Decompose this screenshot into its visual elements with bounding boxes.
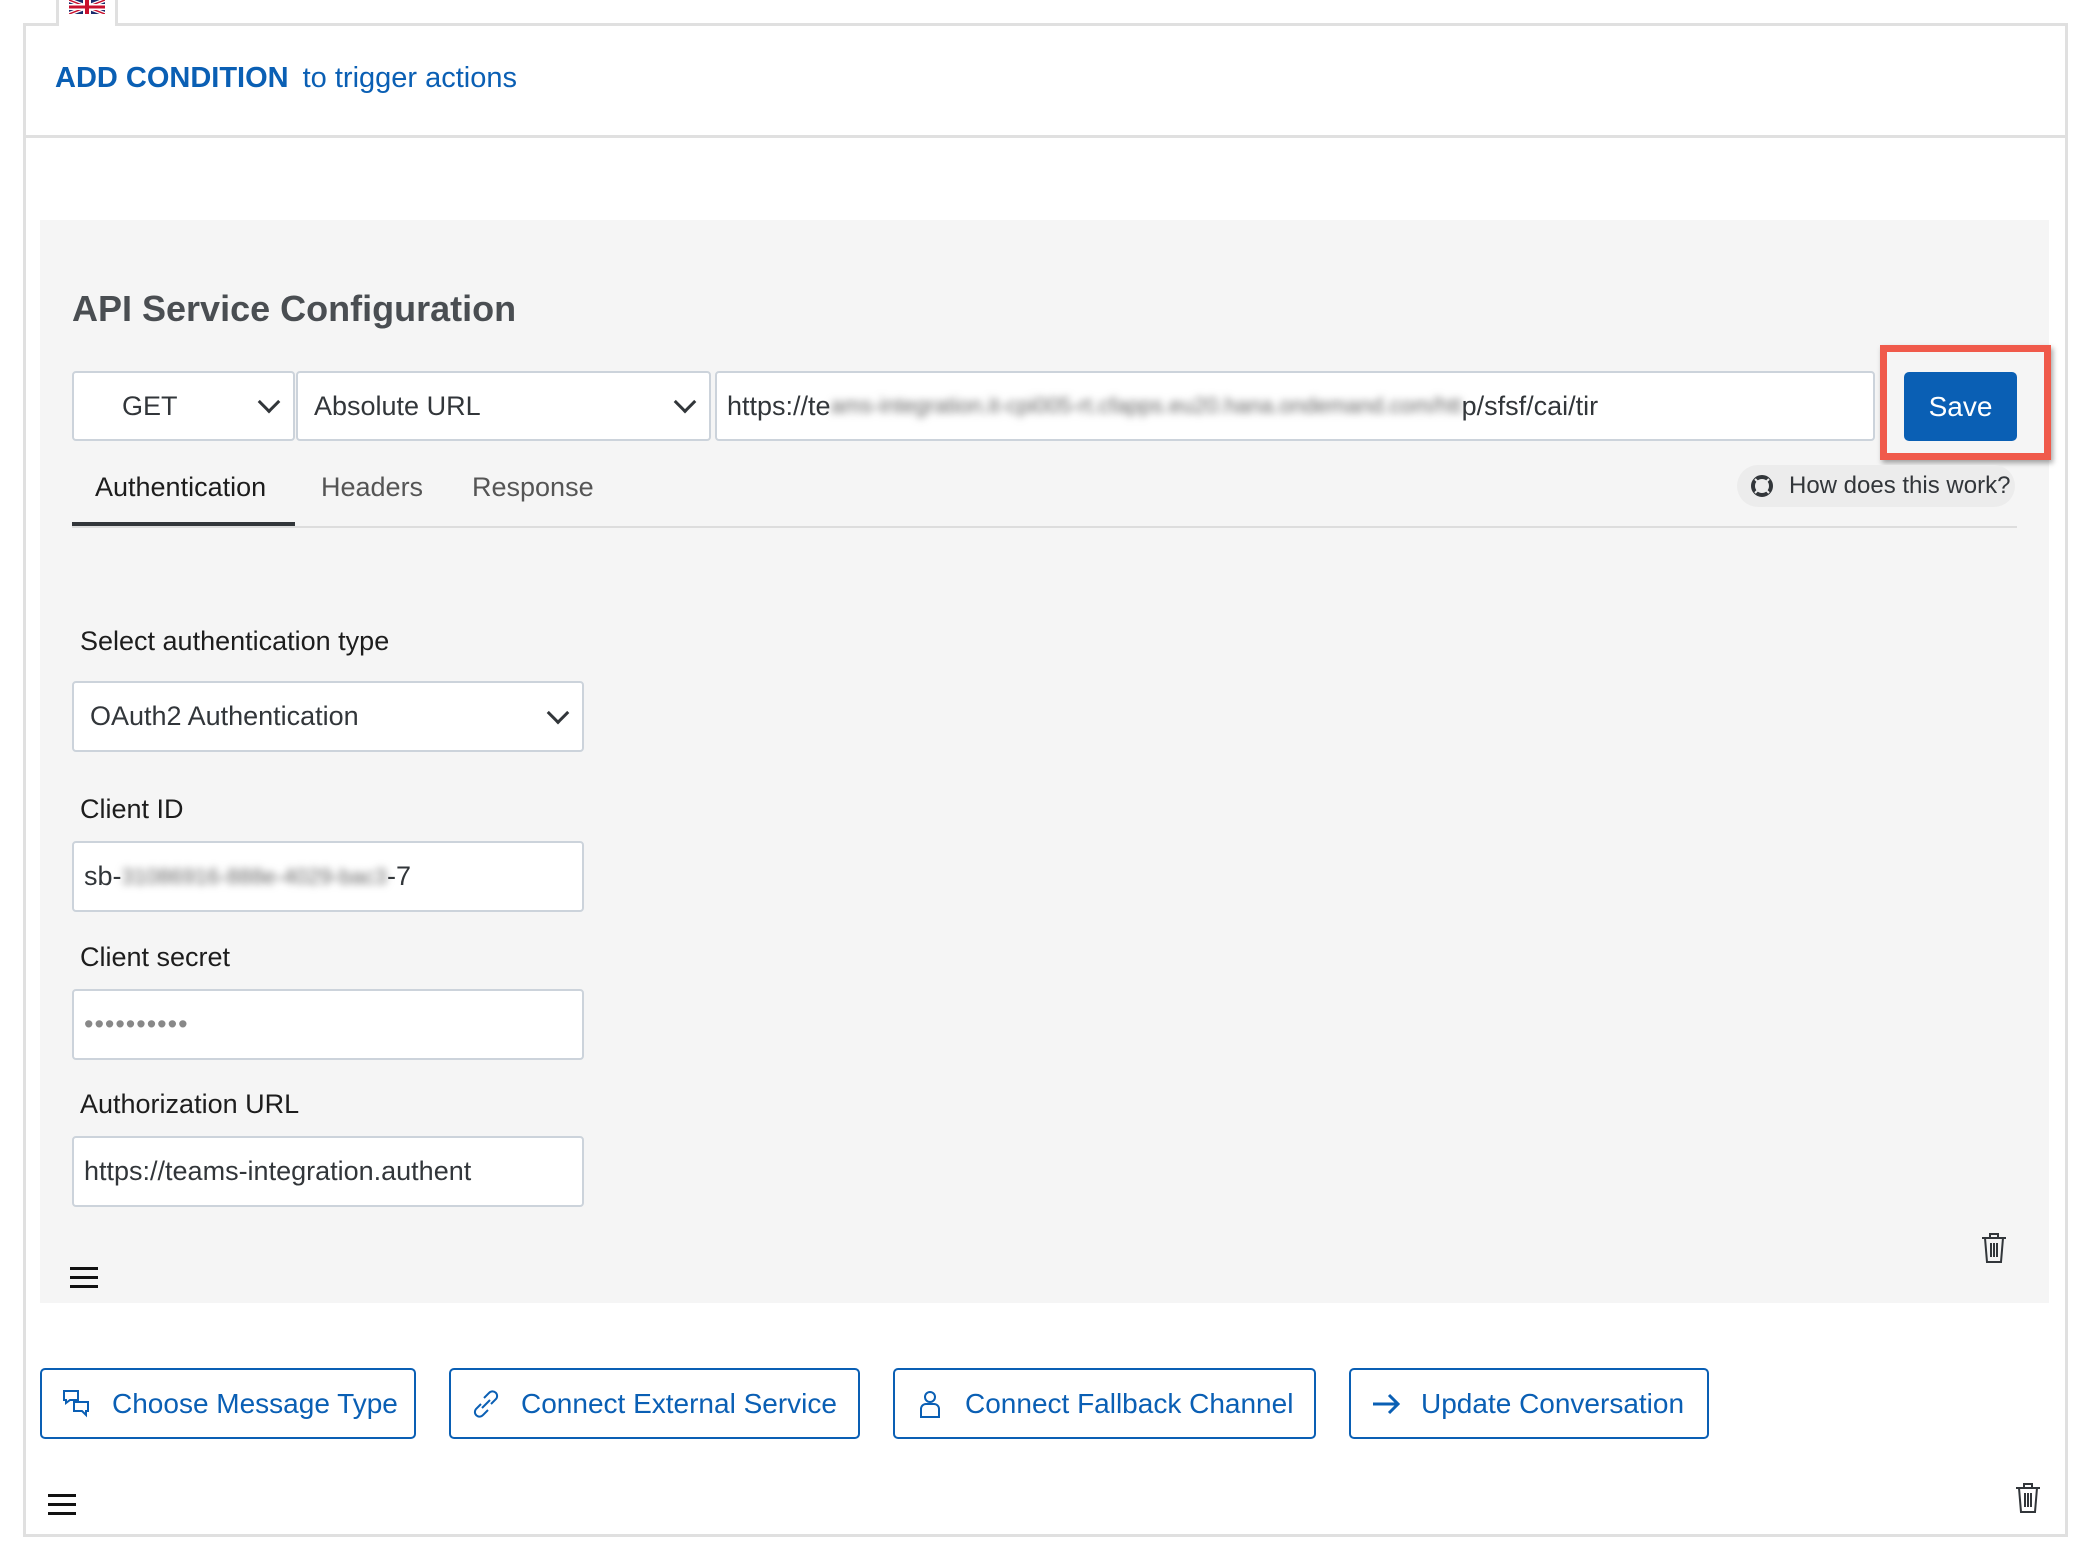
button-label: Connect Fallback Channel — [965, 1387, 1294, 1419]
method-select[interactable]: GET — [72, 371, 295, 441]
message-icon — [63, 1389, 89, 1417]
connect-external-service-button[interactable]: Connect External Service — [449, 1368, 860, 1439]
url-redacted: ams-integration.it-cpi005-rt.cfapps.eu20… — [830, 393, 1462, 418]
divider — [23, 135, 2068, 138]
save-button[interactable]: Save — [1904, 372, 2017, 441]
language-tab[interactable] — [56, 0, 118, 26]
tab-authentication[interactable]: Authentication — [95, 472, 266, 503]
auth-type-value: OAuth2 Authentication — [90, 701, 359, 731]
person-icon — [920, 1390, 940, 1418]
tab-divider — [72, 526, 2017, 528]
client-secret-value: •••••••••• — [84, 1009, 189, 1039]
client-secret-label: Client secret — [80, 942, 231, 972]
url-prefix: https://te — [727, 390, 831, 421]
add-condition-link[interactable]: ADD CONDITION to trigger actions — [55, 62, 517, 95]
client-id-suffix: -7 — [386, 861, 411, 891]
update-conversation-button[interactable]: Update Conversation — [1349, 1368, 1709, 1439]
tab-response[interactable]: Response — [472, 472, 594, 503]
chevron-down-icon — [546, 701, 570, 724]
url-suffix: p/sfsf/cai/tir — [1461, 390, 1599, 421]
button-label: Connect External Service — [521, 1387, 837, 1419]
link-icon — [473, 1389, 499, 1418]
tab-headers[interactable]: Headers — [321, 472, 423, 503]
trash-icon[interactable] — [1980, 1232, 2008, 1264]
add-condition-suffix: to trigger actions — [302, 62, 517, 94]
button-label: Choose Message Type — [112, 1387, 398, 1419]
client-secret-input[interactable]: •••••••••• — [72, 989, 584, 1060]
chevron-down-icon — [257, 390, 281, 414]
help-button[interactable]: How does this work? — [1737, 465, 2015, 507]
active-tab-indicator — [72, 522, 295, 526]
help-label: How does this work? — [1789, 472, 2011, 499]
drag-handle-icon[interactable] — [48, 1494, 76, 1521]
connect-fallback-channel-button[interactable]: Connect Fallback Channel — [893, 1368, 1316, 1439]
chevron-down-icon — [673, 390, 697, 414]
auth-url-value: https://teams-integration.authent — [84, 1156, 472, 1186]
button-label: Update Conversation — [1421, 1387, 1685, 1419]
auth-url-label: Authorization URL — [80, 1089, 300, 1119]
add-condition-label: ADD CONDITION — [55, 62, 289, 94]
method-value: GET — [122, 390, 178, 421]
uk-flag-icon — [69, 0, 105, 14]
auth-type-label: Select authentication type — [80, 626, 390, 656]
auth-url-input[interactable]: https://teams-integration.authent — [72, 1136, 584, 1207]
client-id-prefix: sb- — [84, 861, 122, 891]
client-id-label: Client ID — [80, 794, 184, 824]
panel-title: API Service Configuration — [72, 288, 517, 329]
arrow-right-icon — [1373, 1393, 1401, 1414]
drag-handle-icon[interactable] — [70, 1267, 98, 1294]
lifebuoy-icon — [1751, 475, 1773, 497]
trash-icon[interactable] — [2014, 1482, 2042, 1514]
choose-message-type-button[interactable]: Choose Message Type — [40, 1368, 416, 1439]
auth-type-select[interactable]: OAuth2 Authentication — [72, 681, 584, 752]
url-input[interactable]: https://te ams-integration.it-cpi005-rt.c… — [715, 371, 1875, 441]
client-id-redacted: 31086916-888e-4029-bac3 — [121, 863, 387, 889]
url-type-value: Absolute URL — [314, 390, 481, 421]
url-type-select[interactable]: Absolute URL — [296, 371, 711, 441]
client-id-input[interactable]: sb- 31086916-888e-4029-bac3 -7 — [72, 841, 584, 912]
